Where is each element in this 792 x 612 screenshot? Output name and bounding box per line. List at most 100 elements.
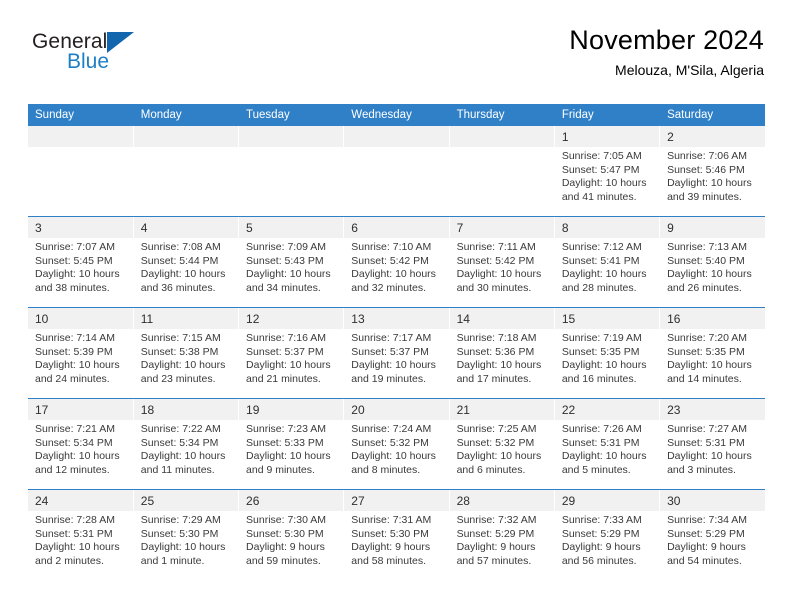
day-info-line: Sunrise: 7:27 AM [667,423,748,435]
day-info-line: Sunset: 5:30 PM [140,527,219,540]
day-info-line: Daylight: 10 hours [561,268,647,281]
day-cell[interactable]: Sunrise: 7:31 AM Sunset: 5:30 PM Daylight:… [343,511,450,580]
day-detail-row: Sunrise: 7:07 AM Sunset: 5:45 PM Daylight:… [28,238,765,307]
day-info-line: and 41 minutes. [561,190,637,203]
day-cell[interactable]: Sunrise: 7:24 AM Sunset: 5:32 PM Daylight:… [343,420,450,489]
day-cell[interactable]: Sunrise: 7:18 AM Sunset: 5:36 PM Daylight:… [449,329,555,398]
day-cell[interactable]: Sunrise: 7:29 AM Sunset: 5:30 PM Daylight:… [133,511,240,580]
day-number[interactable]: 6 [343,217,450,238]
day-cell[interactable]: Sunrise: 7:13 AM Sunset: 5:40 PM Daylight:… [659,238,765,307]
day-info-line: Sunset: 5:29 PM [667,527,745,540]
day-number[interactable]: 30 [659,490,765,511]
day-number[interactable]: 13 [343,308,450,329]
day-info-line: Daylight: 10 hours [351,359,436,372]
day-number[interactable]: 10 [28,308,134,329]
day-info-line: and 12 minutes. [35,463,110,476]
day-cell[interactable]: Sunrise: 7:20 AM Sunset: 5:35 PM Daylight:… [659,329,765,398]
day-number[interactable]: 8 [554,217,661,238]
empty-day-cell [343,147,450,216]
day-info-line: and 34 minutes. [246,281,321,294]
day-number[interactable]: 4 [133,217,240,238]
day-number[interactable]: 25 [133,490,240,511]
day-number[interactable]: 15 [554,308,661,329]
day-number[interactable]: 18 [133,399,240,420]
day-number[interactable]: 22 [554,399,661,420]
day-cell[interactable]: Sunrise: 7:16 AM Sunset: 5:37 PM Daylight:… [238,329,345,398]
day-info-line: Sunrise: 7:05 AM [561,150,642,162]
day-info-line: Sunset: 5:42 PM [351,254,429,267]
day-info-line: and 8 minutes. [351,463,421,476]
day-number[interactable]: 1 [554,126,661,147]
day-info-line: Sunset: 5:47 PM [561,163,640,176]
day-number[interactable]: 9 [659,217,765,238]
page-title: November 2024 [569,25,764,55]
weekday-header-thursday: Thursday [449,104,555,126]
day-number[interactable]: 16 [659,308,765,329]
day-info-line: Sunrise: 7:34 AM [667,514,748,526]
day-number[interactable]: 12 [238,308,345,329]
day-number[interactable]: 2 [659,126,765,147]
day-cell[interactable]: Sunrise: 7:05 AM Sunset: 5:47 PM Daylight:… [554,147,661,216]
day-cell[interactable]: Sunrise: 7:14 AM Sunset: 5:39 PM Daylight:… [28,329,134,398]
day-cell[interactable]: Sunrise: 7:08 AM Sunset: 5:44 PM Daylight:… [133,238,240,307]
logo-triangle-icon [107,32,134,53]
day-number[interactable]: 21 [449,399,555,420]
day-number-row: 24 25 26 27 28 29 30 [28,490,765,511]
page-subtitle: Melouza, M'Sila, Algeria [615,62,764,78]
day-number[interactable]: 14 [449,308,555,329]
day-cell[interactable]: Sunrise: 7:12 AM Sunset: 5:41 PM Daylight:… [554,238,661,307]
day-detail-row: Sunrise: 7:21 AM Sunset: 5:34 PM Daylight:… [28,420,765,489]
day-info-line: Sunset: 5:38 PM [140,345,219,358]
day-info-line: and 16 minutes. [561,372,637,385]
day-info-line: Sunrise: 7:15 AM [140,332,221,344]
empty-day-number [28,126,134,147]
day-number[interactable]: 29 [554,490,661,511]
day-cell[interactable]: Sunrise: 7:25 AM Sunset: 5:32 PM Daylight:… [449,420,555,489]
day-info-line: Daylight: 9 hours [246,541,325,554]
day-cell[interactable]: Sunrise: 7:11 AM Sunset: 5:42 PM Daylight:… [449,238,555,307]
day-cell[interactable]: Sunrise: 7:17 AM Sunset: 5:37 PM Daylight:… [343,329,450,398]
day-cell[interactable]: Sunrise: 7:06 AM Sunset: 5:46 PM Daylight:… [659,147,765,216]
day-cell[interactable]: Sunrise: 7:09 AM Sunset: 5:43 PM Daylight:… [238,238,345,307]
calendar-body: 1 2 Sunrise: 7:05 AM Sunset: 5:47 PM Dayligh… [28,126,765,580]
day-number[interactable]: 11 [133,308,240,329]
day-cell[interactable]: Sunrise: 7:07 AM Sunset: 5:45 PM Daylight:… [28,238,134,307]
day-number[interactable]: 3 [28,217,134,238]
day-info-line: and 36 minutes. [140,281,216,294]
day-cell[interactable]: Sunrise: 7:21 AM Sunset: 5:34 PM Daylight:… [28,420,134,489]
day-cell[interactable]: Sunrise: 7:33 AM Sunset: 5:29 PM Daylight:… [554,511,661,580]
day-cell[interactable]: Sunrise: 7:30 AM Sunset: 5:30 PM Daylight:… [238,511,345,580]
day-number[interactable]: 7 [449,217,555,238]
day-info-line: Sunset: 5:41 PM [561,254,640,267]
day-number[interactable]: 19 [238,399,345,420]
day-number[interactable]: 23 [659,399,765,420]
day-number[interactable]: 5 [238,217,345,238]
day-info-line: Daylight: 10 hours [561,359,647,372]
day-cell[interactable]: Sunrise: 7:22 AM Sunset: 5:34 PM Daylight:… [133,420,240,489]
day-info-line: Sunrise: 7:30 AM [246,514,326,526]
day-cell[interactable]: Sunrise: 7:23 AM Sunset: 5:33 PM Daylight:… [238,420,345,489]
day-info-line: Daylight: 10 hours [667,177,752,190]
day-info-line: and 11 minutes. [140,463,215,476]
page-header: General Blue November 2024 Melouza, M'Si… [28,0,764,78]
day-info-line: and 59 minutes. [246,554,321,567]
day-number[interactable]: 27 [343,490,450,511]
day-number[interactable]: 24 [28,490,134,511]
day-cell[interactable]: Sunrise: 7:32 AM Sunset: 5:29 PM Daylight:… [449,511,555,580]
day-number[interactable]: 20 [343,399,450,420]
day-info-line: Sunset: 5:36 PM [456,345,535,358]
day-info-line: Sunrise: 7:12 AM [561,241,642,253]
day-cell[interactable]: Sunrise: 7:19 AM Sunset: 5:35 PM Daylight:… [554,329,661,398]
day-cell[interactable]: Sunrise: 7:15 AM Sunset: 5:38 PM Daylight:… [133,329,240,398]
day-cell[interactable]: Sunrise: 7:34 AM Sunset: 5:29 PM Daylight:… [659,511,765,580]
day-info-line: and 14 minutes. [667,372,742,385]
day-number[interactable]: 28 [449,490,555,511]
day-number[interactable]: 26 [238,490,345,511]
day-cell[interactable]: Sunrise: 7:10 AM Sunset: 5:42 PM Daylight:… [343,238,450,307]
day-cell[interactable]: Sunrise: 7:28 AM Sunset: 5:31 PM Daylight:… [28,511,134,580]
day-cell[interactable]: Sunrise: 7:26 AM Sunset: 5:31 PM Daylight:… [554,420,661,489]
day-info-line: and 6 minutes. [456,463,526,476]
day-number[interactable]: 17 [28,399,134,420]
general-blue-logo[interactable]: General Blue [32,30,162,76]
day-cell[interactable]: Sunrise: 7:27 AM Sunset: 5:31 PM Daylight:… [659,420,765,489]
